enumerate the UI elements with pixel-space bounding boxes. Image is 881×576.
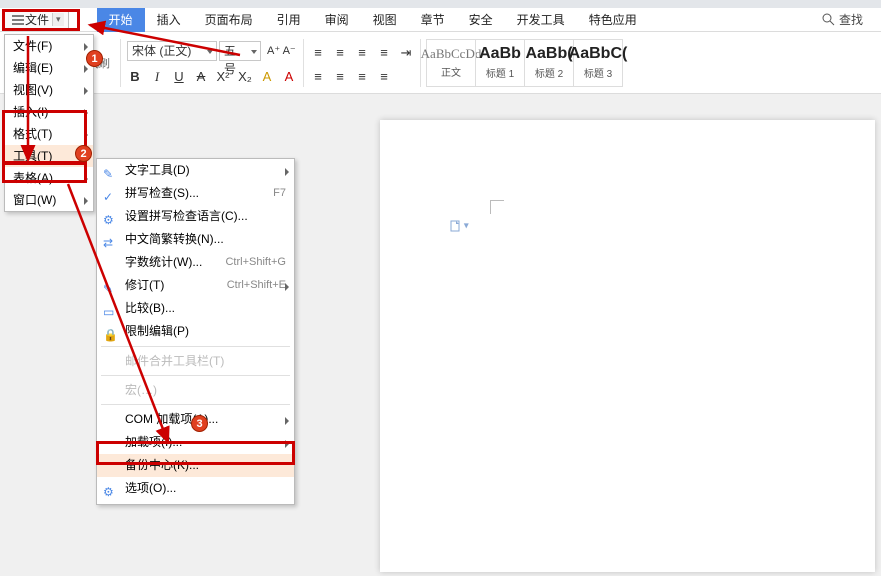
search-icon xyxy=(822,13,835,26)
tab-section[interactable]: 章节 xyxy=(409,8,457,32)
align-right-button[interactable]: ≡ xyxy=(354,69,370,84)
hamburger-icon xyxy=(11,14,25,26)
menu-icon: ⇄ xyxy=(103,232,118,247)
align-center-button[interactable]: ≡ xyxy=(332,69,348,84)
tab-developer[interactable]: 开发工具 xyxy=(505,8,577,32)
tools-submenu: ✎文字工具(D)✓拼写检查(S)...F7⚙设置拼写检查语言(C)...⇄中文简… xyxy=(96,158,295,505)
submenu-item[interactable]: 备份中心(K)... xyxy=(97,454,294,477)
tab-layout[interactable]: 页面布局 xyxy=(193,8,265,32)
style-正文[interactable]: AaBbCcDd正文 xyxy=(426,39,476,87)
file-menu-label: 文件 xyxy=(25,11,49,28)
bold-button[interactable]: B xyxy=(127,69,143,85)
submenu-item[interactable]: ✓拼写检查(S)...F7 xyxy=(97,182,294,205)
strike-button[interactable]: A xyxy=(193,69,209,85)
submenu-item[interactable]: ⚙设置拼写检查语言(C)... xyxy=(97,205,294,228)
font-color-button[interactable]: A xyxy=(281,69,297,85)
style-标题 3[interactable]: AaBbC(标题 3 xyxy=(573,39,623,87)
font-size-select[interactable]: 五号 xyxy=(219,41,261,61)
tab-view[interactable]: 视图 xyxy=(361,8,409,32)
underline-button[interactable]: U xyxy=(171,69,187,85)
submenu-item[interactable]: 加载项(I)... xyxy=(97,431,294,454)
highlight-button[interactable]: A xyxy=(259,69,275,85)
menu-item[interactable]: 插入(I) xyxy=(5,101,93,123)
menu-icon: ✎ xyxy=(103,163,118,178)
menu-item[interactable]: 视图(V) xyxy=(5,79,93,101)
find-button[interactable]: 查找 xyxy=(822,11,863,28)
menu-icon: ✎ xyxy=(103,278,118,293)
tab-review[interactable]: 审阅 xyxy=(313,8,361,32)
font-name-select[interactable]: 宋体 (正文) xyxy=(127,41,217,61)
tab-start[interactable]: 开始 xyxy=(97,8,145,32)
italic-button[interactable]: I xyxy=(149,69,165,85)
menu-item[interactable]: 表格(A) xyxy=(5,167,93,189)
file-dropdown-menu: 文件(F)编辑(E)视图(V)插入(I)格式(T)工具(T)表格(A)窗口(W) xyxy=(4,34,94,212)
tab-insert[interactable]: 插入 xyxy=(145,8,193,32)
align-justify-button[interactable]: ≡ xyxy=(376,69,392,84)
menu-icon: ✓ xyxy=(103,186,118,201)
tab-security[interactable]: 安全 xyxy=(457,8,505,32)
subscript-button[interactable]: X₂ xyxy=(237,69,253,85)
submenu-item[interactable]: ▭比较(B)... xyxy=(97,297,294,320)
tab-references[interactable]: 引用 xyxy=(265,8,313,32)
menu-item[interactable]: 窗口(W) xyxy=(5,189,93,211)
page-indicator-icon: ▾ xyxy=(450,220,469,232)
file-menu-button[interactable]: 文件 ▾ xyxy=(4,9,69,31)
menu-item[interactable]: 格式(T) xyxy=(5,123,93,145)
menu-icon: ⚙ xyxy=(103,209,118,224)
step-1-badge: 1 xyxy=(86,50,103,67)
submenu-item[interactable]: ✎文字工具(D) xyxy=(97,159,294,182)
menu-icon: 🔒 xyxy=(103,324,118,339)
menu-icon: ⚙ xyxy=(103,481,118,496)
submenu-item[interactable]: 🔒限制编辑(P) xyxy=(97,320,294,343)
align-left-button[interactable]: ≡ xyxy=(310,69,326,84)
submenu-item[interactable]: ⚙选项(O)... xyxy=(97,477,294,500)
menu-item[interactable]: 编辑(E) xyxy=(5,57,93,79)
style-标题 1[interactable]: AaBb标题 1 xyxy=(475,39,525,87)
submenu-item[interactable]: 字数统计(W)...Ctrl+Shift+G xyxy=(97,251,294,274)
menu-icon: ▭ xyxy=(103,301,118,316)
style-标题 2[interactable]: AaBb(标题 2 xyxy=(524,39,574,87)
step-3-badge: 3 xyxy=(191,415,208,432)
chevron-down-icon: ▾ xyxy=(52,13,64,26)
menu-item[interactable]: 文件(F) xyxy=(5,35,93,57)
step-2-badge: 2 xyxy=(75,145,92,162)
tab-special[interactable]: 特色应用 xyxy=(577,8,649,32)
document-page[interactable]: ▾ xyxy=(380,120,875,572)
submenu-item[interactable]: ⇄中文简繁转换(N)... xyxy=(97,228,294,251)
submenu-item[interactable]: ✎修订(T)Ctrl+Shift+E xyxy=(97,274,294,297)
